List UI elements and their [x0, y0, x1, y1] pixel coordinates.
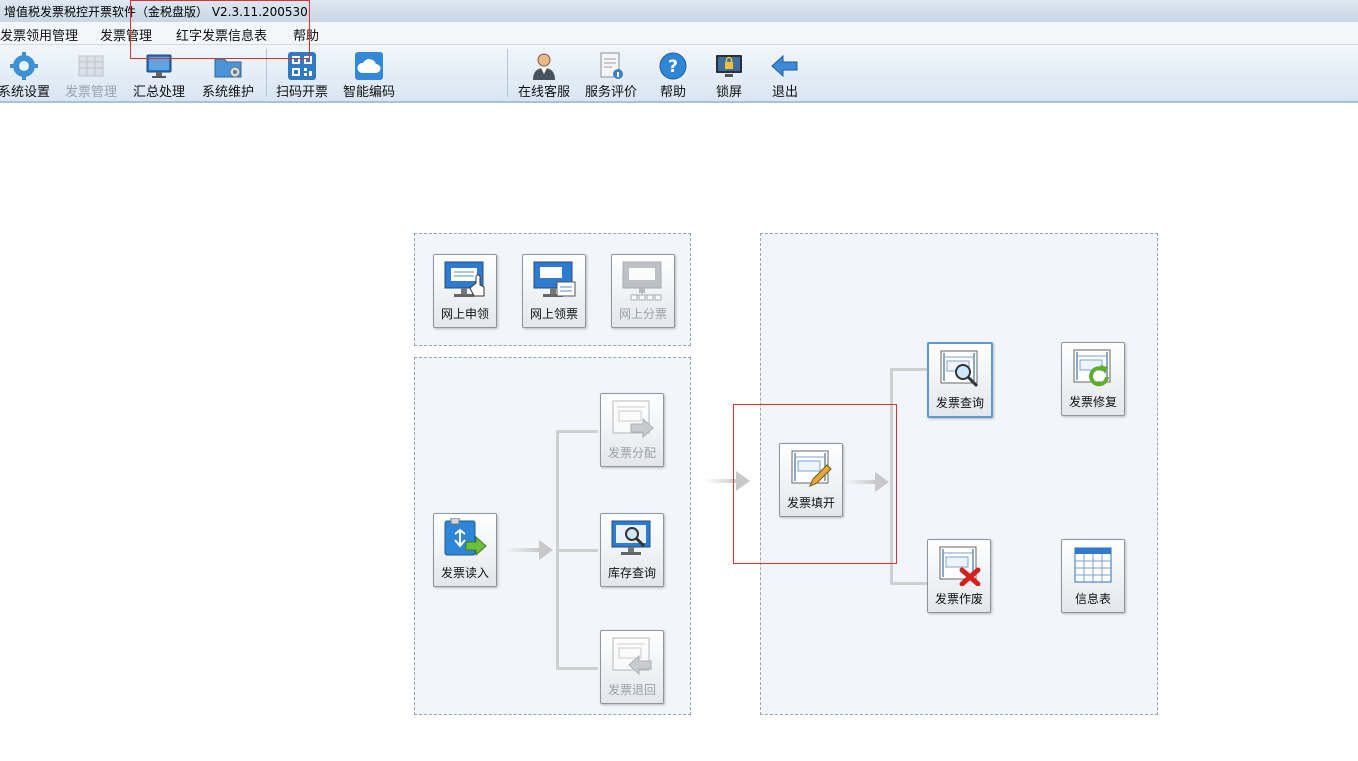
info-table-label: 信息表	[1074, 592, 1111, 606]
menu-red-invoice-info[interactable]: 红字发票信息表	[176, 25, 267, 44]
summary-processing-button[interactable]: 汇总处理	[128, 45, 190, 101]
flow-line	[556, 667, 598, 670]
invoice-read-label: 发票读入	[440, 566, 489, 580]
table-icon	[1074, 547, 1112, 583]
info-table-button[interactable]: 信息表	[1061, 539, 1125, 613]
usb-import-icon	[444, 518, 487, 557]
invoice-return-label: 发票退回	[607, 683, 656, 697]
flow-line	[556, 549, 598, 552]
menu-invoice-management[interactable]: 发票管理	[100, 25, 152, 44]
invoice-fill-button[interactable]: 发票填开	[779, 443, 843, 517]
person-icon	[533, 53, 555, 80]
invoice-grid-icon	[78, 55, 104, 77]
invoice-repair-button[interactable]: 发票修复	[1061, 342, 1125, 416]
invoice-return-button[interactable]: 发票退回	[600, 630, 664, 704]
smart-coding-label: 智能编码	[342, 85, 395, 100]
invoice-back-icon	[612, 637, 652, 676]
system-settings-button[interactable]: 系统设置	[0, 45, 54, 101]
flow-line	[890, 368, 928, 371]
invoice-read-button[interactable]: 发票读入	[433, 513, 497, 587]
menu-bar: 发票领用管理 发票管理 红字发票信息表 帮助	[0, 22, 1358, 45]
menu-help[interactable]: 帮助	[293, 25, 319, 44]
gear-icon	[10, 52, 38, 80]
online-apply-label: 网上申领	[440, 307, 489, 321]
monitor-icon	[146, 54, 172, 78]
system-settings-label: 系统设置	[0, 85, 50, 100]
toolbar-separator	[266, 49, 267, 97]
online-service-label: 在线客服	[517, 85, 570, 100]
summary-processing-label: 汇总处理	[132, 85, 185, 100]
scan-invoice-label: 扫码开票	[275, 85, 328, 100]
lock-screen-icon	[716, 55, 742, 77]
document-rating-icon	[600, 52, 623, 79]
invoice-issue-panel: 发票填开 发票查询 发票修复 发票作废 信息表	[760, 233, 1158, 715]
exit-label: 退出	[771, 85, 798, 100]
smart-coding-button[interactable]: 智能编码	[338, 45, 400, 101]
help-icon: ?	[659, 52, 687, 80]
monitor-search-icon	[611, 520, 651, 555]
invoice-management-button[interactable]: 发票管理	[60, 45, 122, 101]
svg-text:?: ?	[668, 57, 678, 77]
invoice-forward-icon	[612, 400, 654, 439]
invoice-repair-label: 发票修复	[1068, 395, 1117, 409]
qrcode-icon	[288, 52, 316, 80]
online-receive-button[interactable]: 网上领票	[522, 254, 586, 328]
help-button[interactable]: ? 帮助	[650, 45, 696, 101]
toolbar: 系统设置 发票管理 汇总处理 系统维护 扫码开票 智能编码 在线客服 服务评价 …	[0, 45, 1358, 103]
inventory-query-label: 库存查询	[607, 566, 656, 580]
scan-invoice-button[interactable]: 扫码开票	[272, 45, 332, 101]
exit-arrow-icon	[771, 54, 798, 78]
invoice-allocate-label: 发票分配	[607, 446, 656, 460]
invoice-delete-icon	[939, 546, 981, 586]
flow-line	[890, 368, 893, 585]
lock-screen-button[interactable]: 锁屏	[706, 45, 752, 101]
invoice-void-button[interactable]: 发票作废	[927, 539, 991, 613]
menu-invoice-supply[interactable]: 发票领用管理	[0, 25, 78, 44]
window-title: 增值税发票税控开票软件（金税盘版） V2.3.11.200530	[4, 5, 308, 19]
invoice-fill-label: 发票填开	[786, 496, 835, 510]
service-rating-button[interactable]: 服务评价	[580, 45, 642, 101]
inventory-query-button[interactable]: 库存查询	[600, 513, 664, 587]
online-invoice-panel: 网上申领 网上领票 网上分票	[414, 233, 691, 346]
online-distribute-label: 网上分票	[618, 307, 667, 321]
lock-screen-label: 锁屏	[715, 85, 742, 100]
invoice-pen-icon	[791, 450, 832, 487]
online-receive-label: 网上领票	[529, 307, 578, 321]
service-rating-label: 服务评价	[584, 85, 637, 100]
system-maintenance-button[interactable]: 系统维护	[196, 45, 260, 101]
monitor-network-icon	[622, 261, 662, 301]
system-maintenance-label: 系统维护	[201, 85, 254, 100]
exit-button[interactable]: 退出	[762, 45, 808, 101]
help-label: 帮助	[659, 85, 686, 100]
invoice-refresh-icon	[1073, 349, 1111, 387]
flow-arrow-icon	[845, 472, 889, 492]
title-bar: 增值税发票税控开票软件（金税盘版） V2.3.11.200530	[0, 0, 1358, 22]
flow-line	[890, 582, 928, 585]
invoice-search-icon	[940, 350, 979, 388]
online-service-button[interactable]: 在线客服	[514, 45, 574, 101]
flow-arrow-icon	[505, 540, 553, 560]
flow-line	[556, 430, 598, 433]
monitor-hand-icon	[444, 261, 485, 297]
folder-gear-icon	[214, 58, 242, 78]
toolbar-separator	[507, 49, 508, 97]
online-distribute-button[interactable]: 网上分票	[611, 254, 675, 328]
invoice-stock-panel: 发票读入 发票分配 库存查询 发票退回	[414, 357, 691, 715]
monitor-invoice-icon	[533, 261, 576, 297]
cloud-icon	[355, 52, 383, 80]
flow-arrow-icon	[704, 471, 750, 491]
invoice-query-button[interactable]: 发票查询	[927, 342, 993, 418]
invoice-allocate-button[interactable]: 发票分配	[600, 393, 664, 467]
online-apply-button[interactable]: 网上申领	[433, 254, 497, 328]
invoice-management-label: 发票管理	[64, 85, 117, 100]
invoice-void-label: 发票作废	[934, 592, 983, 606]
invoice-query-label: 发票查询	[935, 396, 984, 410]
